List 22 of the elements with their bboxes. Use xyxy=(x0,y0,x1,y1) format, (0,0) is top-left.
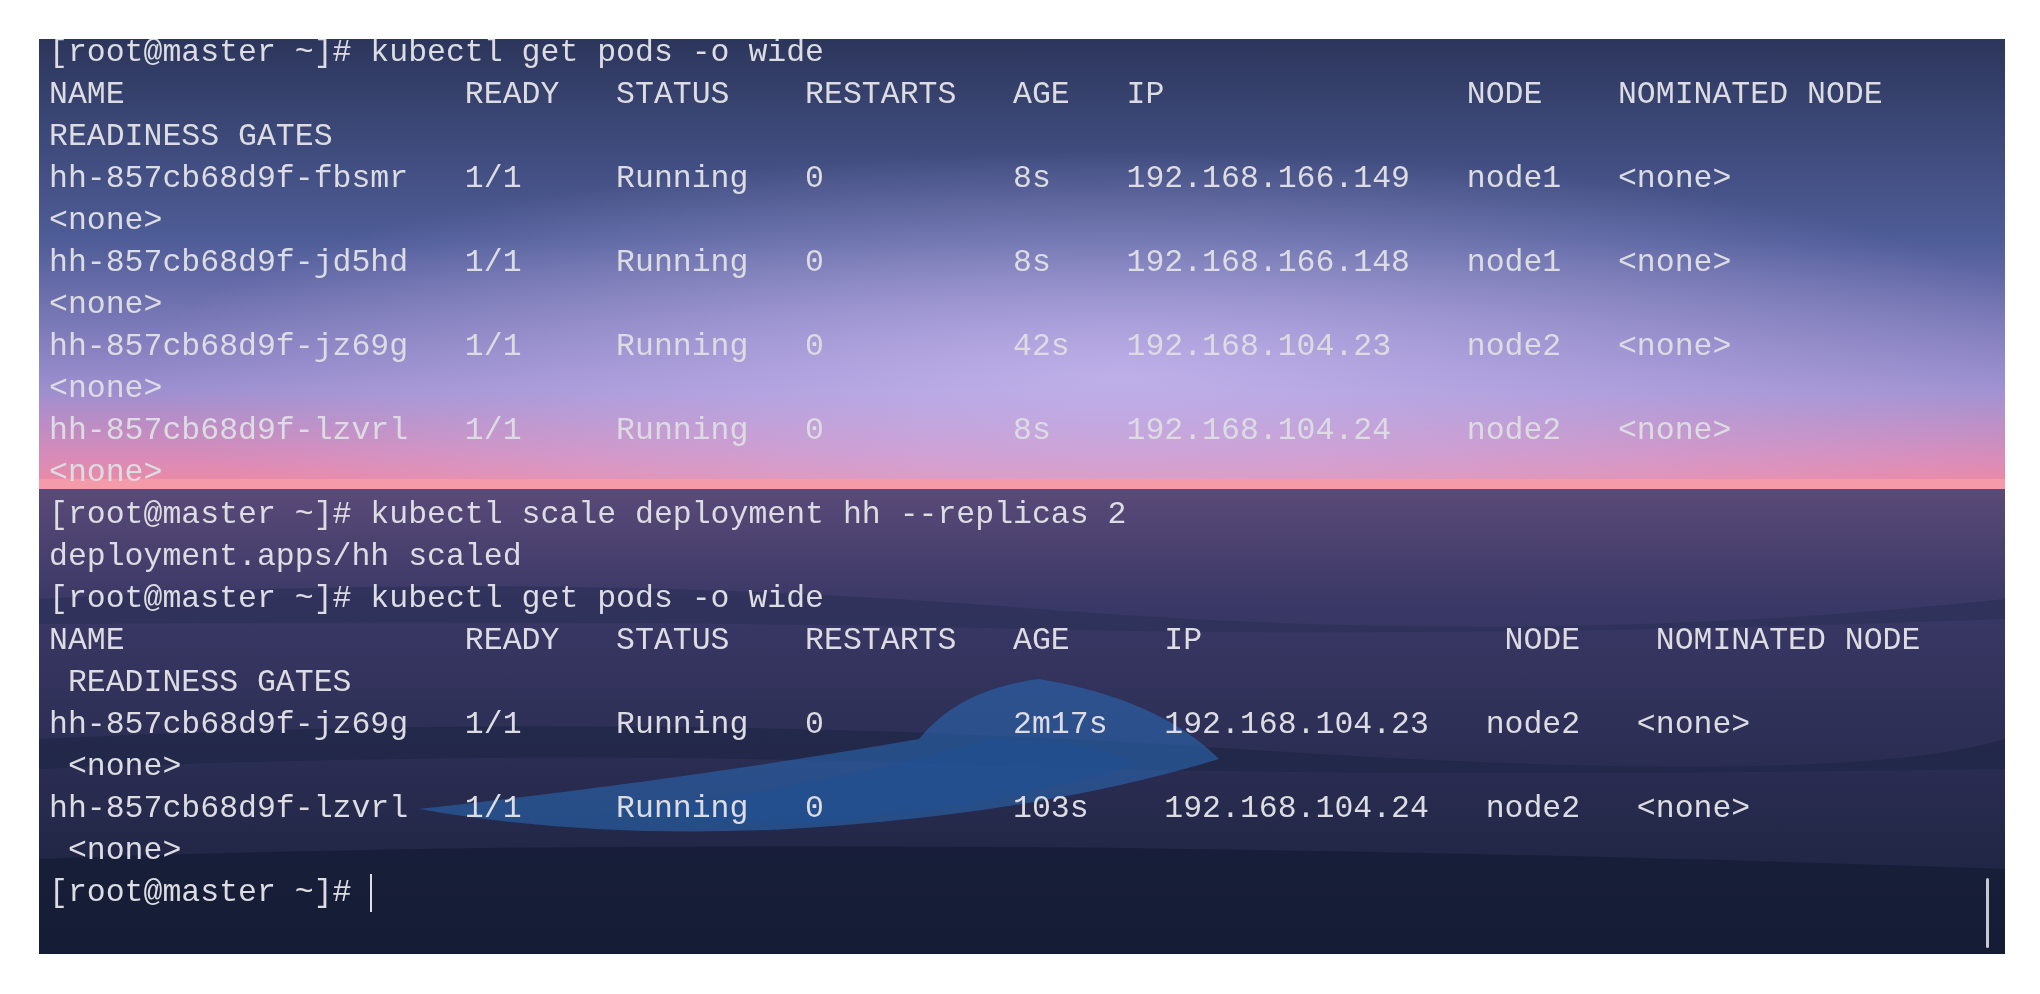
terminal-line: hh-857cb68d9f-fbsmr 1/1 Running 0 8s 192.168.166.149 node1 <none> xyxy=(49,160,1732,198)
terminal-line: NAME READY STATUS RESTARTS AGE IP NODE NOMINATED NODE xyxy=(49,76,1883,114)
terminal-line: hh-857cb68d9f-jz69g 1/1 Running 0 2m17s 192.168.104.23 node2 <none> xyxy=(49,706,1751,744)
terminal-line: [root@master ~]# kubectl get pods -o wide xyxy=(49,580,825,618)
terminal-line: <none> xyxy=(49,286,163,324)
terminal-line: READINESS GATES xyxy=(49,118,333,156)
terminal-line: <none> xyxy=(66,748,182,786)
terminal-line: [root@master ~]# kubectl scale deployment hh --replicas 2 xyxy=(49,496,1127,534)
terminal-line: READINESS GATES xyxy=(66,664,352,702)
terminal-line: hh-857cb68d9f-jd5hd 1/1 Running 0 8s 192.168.166.148 node1 <none> xyxy=(49,244,1732,282)
terminal-line: NAME READY STATUS RESTARTS AGE IP NODE NOMINATED NODE xyxy=(49,622,1921,660)
terminal-line: deployment.apps/hh scaled xyxy=(49,538,522,576)
terminal-line: hh-857cb68d9f-lzvrl 1/1 Running 0 103s 192.168.104.24 node2 <none> xyxy=(49,790,1751,828)
terminal-line: <none> xyxy=(49,202,163,240)
text-cursor xyxy=(370,874,373,912)
terminal-line: [root@master ~]# xyxy=(49,874,353,912)
terminal-line: [root@master ~]# kubectl get pods -o wide xyxy=(49,39,825,72)
terminal-line: <none> xyxy=(66,832,182,870)
terminal-line: <none> xyxy=(49,370,163,408)
terminal-line: hh-857cb68d9f-jz69g 1/1 Running 0 42s 192.168.104.23 node2 <none> xyxy=(49,328,1732,366)
terminal-line: <none> xyxy=(49,454,163,492)
scrollbar[interactable] xyxy=(1986,878,1989,948)
